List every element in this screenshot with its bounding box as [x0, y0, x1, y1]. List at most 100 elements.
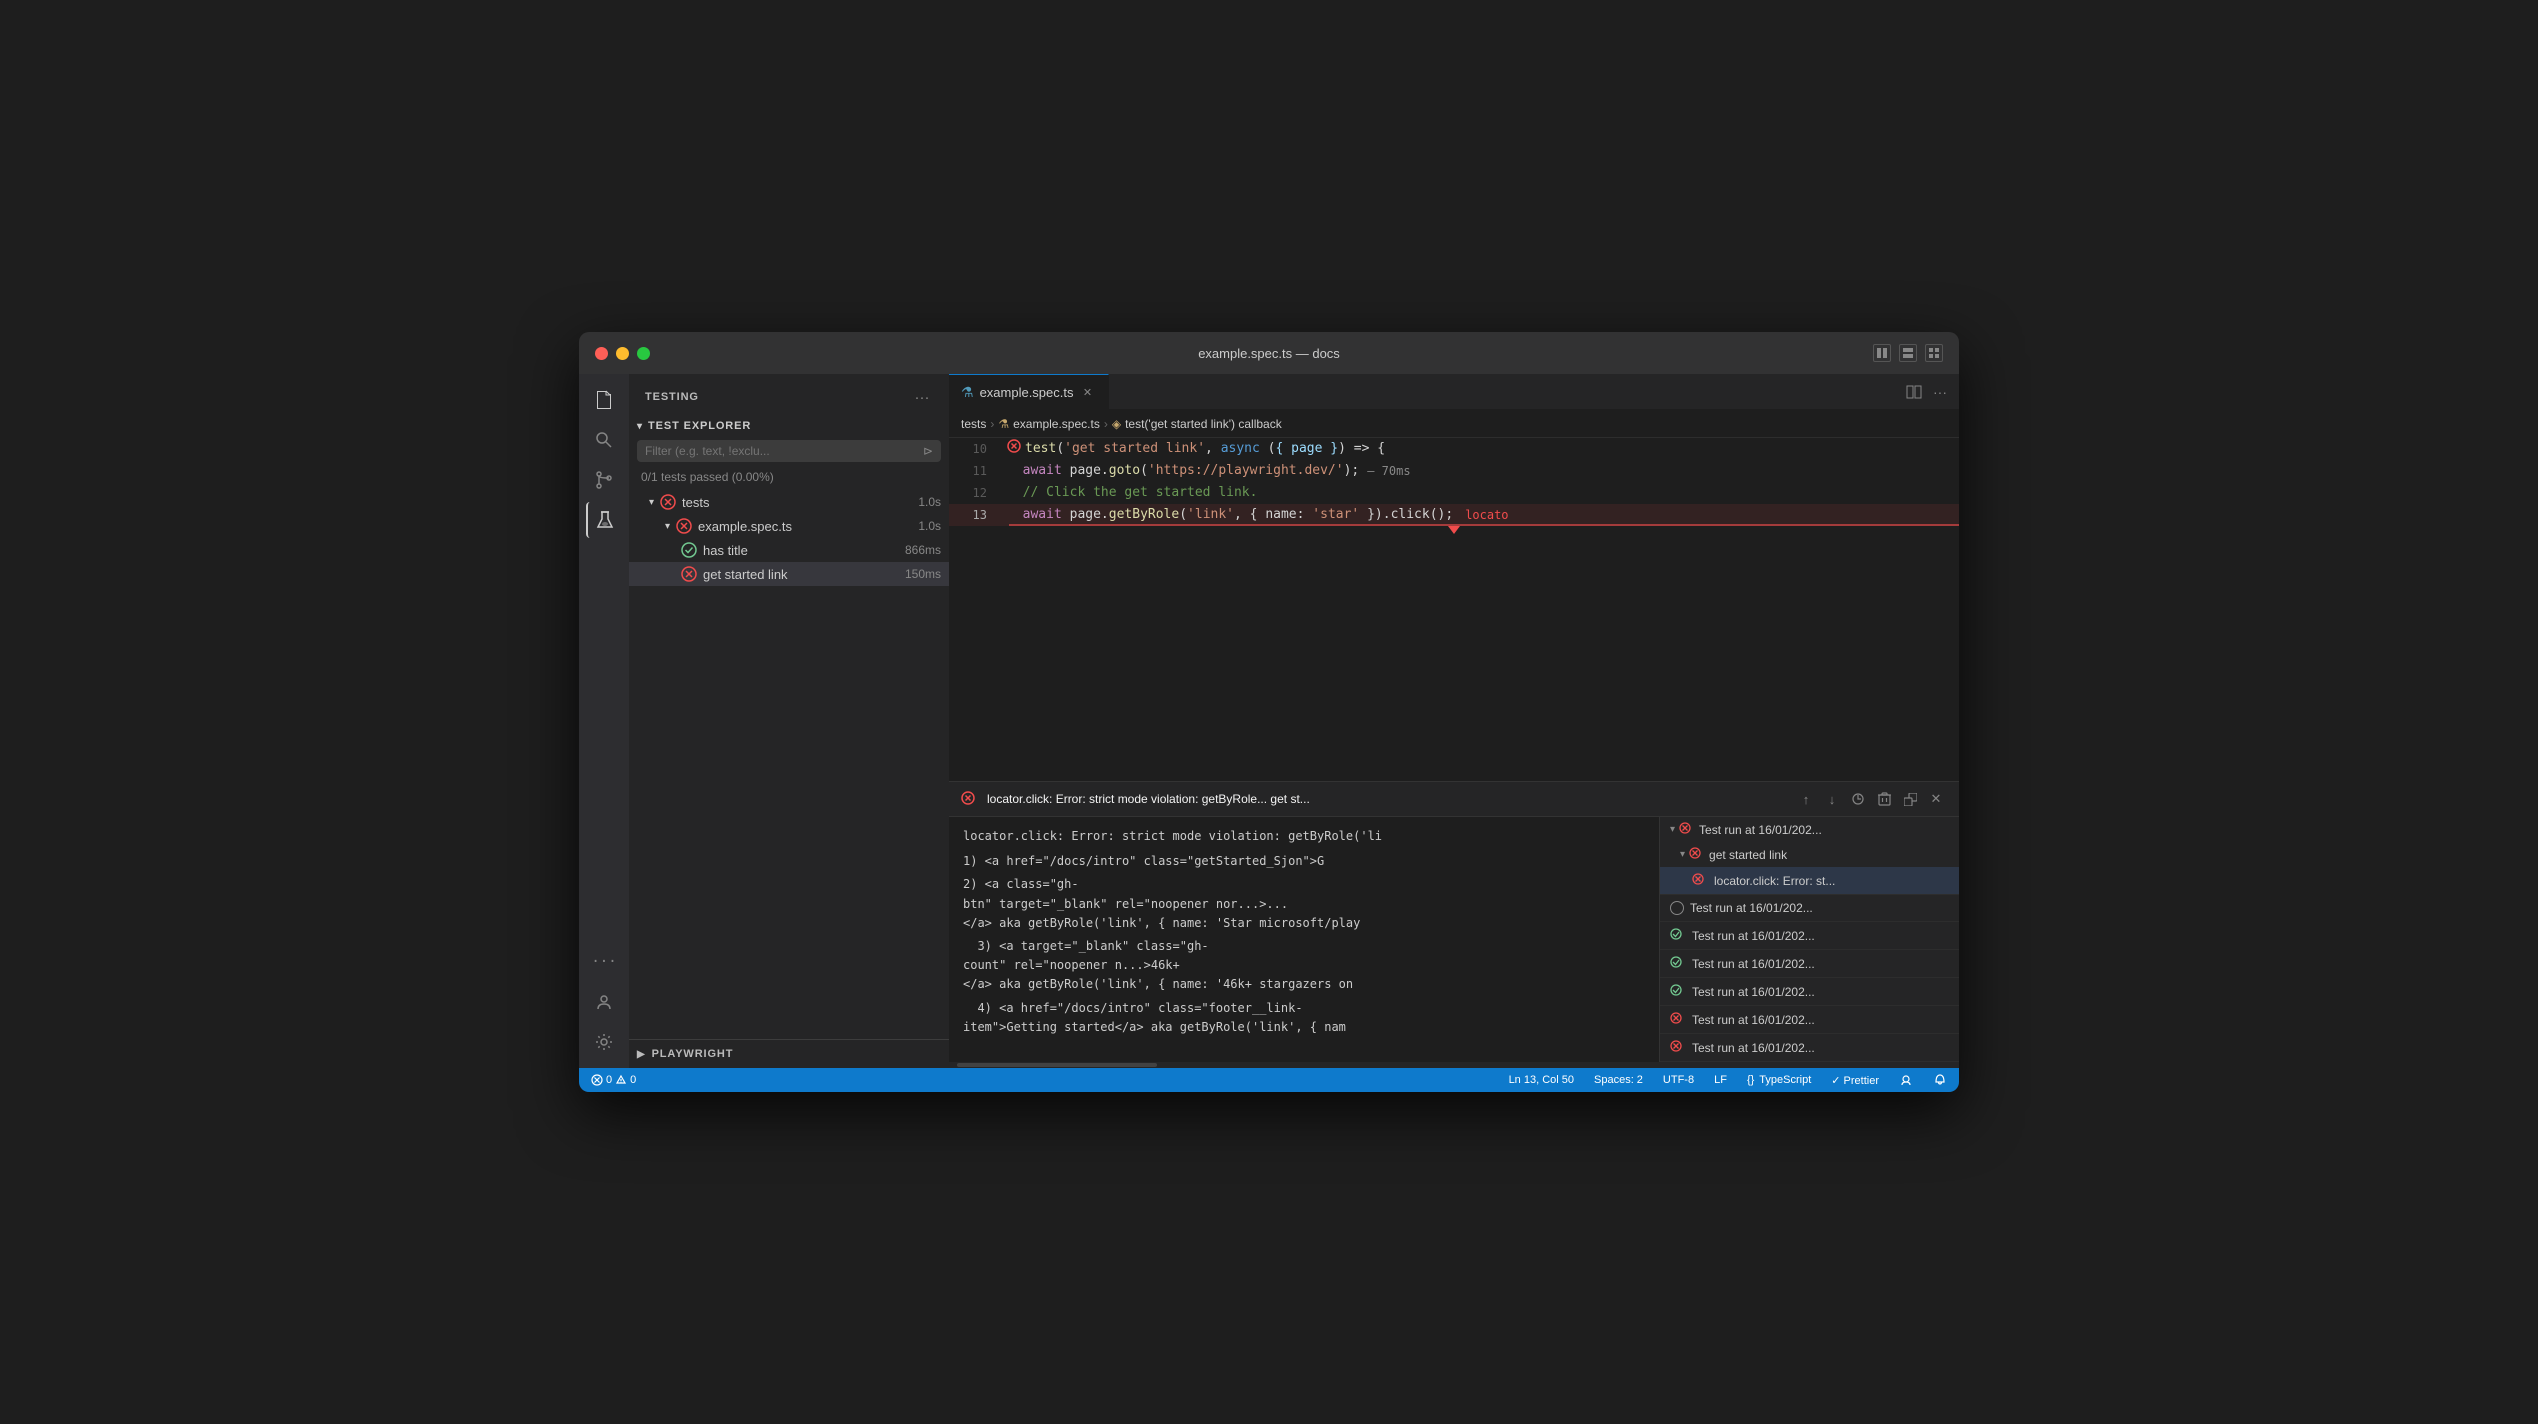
sidebar-more-btn[interactable]: ··· — [911, 386, 933, 408]
inline-error-annotation: locato — [1453, 504, 1508, 526]
test-explorer-header[interactable]: ▾ TEST EXPLORER — [629, 416, 949, 436]
status-language[interactable]: {} TypeScript — [1743, 1068, 1815, 1092]
test-run-6[interactable]: Test run at 16/01/202... — [1660, 1006, 1959, 1034]
spec-label: example.spec.ts — [698, 519, 914, 534]
tab-bar: ⚗ example.spec.ts ✕ ··· — [949, 374, 1959, 410]
status-remote[interactable] — [1895, 1068, 1917, 1092]
nav-history-btn[interactable] — [1847, 788, 1869, 810]
filter-bar: ⊳ — [637, 440, 941, 462]
error-panel-actions: ↑ ↓ ✕ — [1795, 788, 1947, 810]
code-text-10: test('get started link', async ({ page }… — [1025, 438, 1385, 460]
test-run-3[interactable]: Test run at 16/01/202... — [1660, 922, 1959, 950]
has-title-duration: 866ms — [905, 543, 941, 557]
more-dots-icon[interactable]: ··· — [586, 944, 622, 980]
error-content: locator.click: Error: strict mode violat… — [949, 817, 1959, 1062]
horizontal-scrollbar[interactable] — [949, 1062, 1959, 1068]
tests-duration: 1.0s — [918, 495, 941, 509]
test-run-1-label: Test run at 16/01/202... — [1699, 823, 1822, 837]
get-started-duration: 150ms — [905, 567, 941, 581]
test-run-5[interactable]: Test run at 16/01/202... — [1660, 978, 1959, 1006]
account-icon[interactable] — [586, 984, 622, 1020]
error-icon-tests — [660, 494, 676, 510]
filter-input[interactable] — [645, 444, 923, 458]
code-line-10: 10 test('get started link', async ({ pag… — [949, 438, 1959, 460]
pending-icon-2 — [1670, 901, 1684, 915]
tree-item-tests[interactable]: ▾ tests 1.0s — [629, 490, 949, 514]
error-icon-7 — [1670, 1040, 1682, 1055]
split-editor-btn[interactable] — [1903, 381, 1925, 403]
sidebar-header: TESTING ··· — [629, 374, 949, 416]
more-actions-btn[interactable]: ··· — [1929, 381, 1951, 403]
code-text-13: await page.getByRole('link', { name: 'st… — [1007, 504, 1453, 526]
status-position[interactable]: Ln 13, Col 50 — [1505, 1068, 1578, 1092]
status-bar: 0 0 Ln 13, Col 50 Spaces: 2 UTF-8 LF {} … — [579, 1068, 1959, 1092]
window-title: example.spec.ts — docs — [1198, 346, 1340, 361]
get-started-label: get started link — [703, 567, 901, 582]
playwright-header[interactable]: ▶ PLAYWRIGHT — [637, 1044, 941, 1064]
maximize-button[interactable] — [637, 347, 650, 360]
sidebar-title: TESTING — [645, 391, 699, 403]
test-run-7[interactable]: Test run at 16/01/202... — [1660, 1034, 1959, 1062]
close-button[interactable] — [595, 347, 608, 360]
error-gutter-10 — [1007, 438, 1021, 460]
nav-delete-btn[interactable] — [1873, 788, 1895, 810]
test-run-header-1[interactable]: ▾ Test run at 16/01/202... — [1660, 817, 1959, 842]
titlebar-controls — [1873, 344, 1943, 362]
tab-spec[interactable]: ⚗ example.spec.ts ✕ — [949, 374, 1109, 409]
error-panel-icon — [961, 791, 975, 808]
activity-bar: ··· — [579, 374, 629, 1068]
source-control-icon[interactable] — [586, 462, 622, 498]
tests-label: tests — [682, 495, 914, 510]
error-panel-header: locator.click: Error: strict mode violat… — [949, 782, 1959, 817]
layout-btn-1[interactable] — [1873, 344, 1891, 362]
error-pointer-area — [949, 526, 1959, 536]
test-run-4[interactable]: Test run at 16/01/202... — [1660, 950, 1959, 978]
error-icon-get-started — [681, 566, 697, 582]
layout-btn-3[interactable] — [1925, 344, 1943, 362]
line-11-annotation: — 70ms — [1359, 460, 1410, 482]
tree-item-has-title[interactable]: has title 866ms — [629, 538, 949, 562]
status-line-ending[interactable]: LF — [1710, 1068, 1731, 1092]
nav-down-btn[interactable]: ↓ — [1821, 788, 1843, 810]
titlebar: example.spec.ts — docs — [579, 332, 1959, 374]
test-get-started-header[interactable]: ▾ get started link — [1660, 842, 1959, 867]
status-bell[interactable] — [1929, 1068, 1951, 1092]
error-panel-title: locator.click: Error: strict mode violat… — [987, 792, 1787, 806]
tab-bar-actions: ··· — [1895, 374, 1959, 409]
nav-close-btn[interactable]: ✕ — [1925, 788, 1947, 810]
sidebar: TESTING ··· ▾ TEST EXPLORER ⊳ 0/1 tests … — [629, 374, 949, 1068]
status-errors[interactable]: 0 0 — [587, 1068, 640, 1092]
minimize-button[interactable] — [616, 347, 629, 360]
breadcrumb-test-block[interactable]: test('get started link') callback — [1125, 417, 1282, 431]
error-triangle — [1448, 526, 1460, 534]
success-icon-4 — [1670, 956, 1682, 971]
test-run-2-label: Test run at 16/01/202... — [1690, 901, 1813, 915]
breadcrumb-tests[interactable]: tests — [961, 417, 986, 431]
error-detail-item[interactable]: locator.click: Error: st... — [1660, 867, 1959, 895]
breadcrumb-spec-file[interactable]: example.spec.ts — [1013, 417, 1100, 431]
status-formatter[interactable]: ✓ Prettier — [1827, 1068, 1883, 1092]
error-count: 0 — [606, 1074, 612, 1086]
error-main-text[interactable]: locator.click: Error: strict mode violat… — [949, 817, 1659, 1062]
layout-btn-2[interactable] — [1899, 344, 1917, 362]
filter-icon: ⊳ — [923, 444, 933, 458]
settings-icon[interactable] — [586, 1024, 622, 1060]
test-explorer-section: ▾ TEST EXPLORER ⊳ 0/1 tests passed (0.00… — [629, 416, 949, 586]
code-line-13: 13 await page.getByRole('link', { name: … — [949, 504, 1959, 526]
nav-up-btn[interactable]: ↑ — [1795, 788, 1817, 810]
status-encoding[interactable]: UTF-8 — [1659, 1068, 1698, 1092]
status-spaces[interactable]: Spaces: 2 — [1590, 1068, 1647, 1092]
code-editor: 10 test('get started link', async ({ pag… — [949, 438, 1959, 1068]
search-icon[interactable] — [586, 422, 622, 458]
vscode-window: example.spec.ts — docs — [579, 332, 1959, 1092]
scrollbar-thumb[interactable] — [957, 1063, 1157, 1067]
nav-open-btn[interactable] — [1899, 788, 1921, 810]
code-content[interactable]: 10 test('get started link', async ({ pag… — [949, 438, 1959, 781]
tab-close-btn[interactable]: ✕ — [1080, 384, 1096, 400]
tab-label: example.spec.ts — [980, 385, 1074, 400]
tree-item-get-started[interactable]: get started link 150ms — [629, 562, 949, 586]
files-icon[interactable] — [586, 382, 622, 418]
test-run-2[interactable]: Test run at 16/01/202... — [1660, 895, 1959, 922]
test-flask-icon[interactable] — [586, 502, 622, 538]
tree-item-spec[interactable]: ▾ example.spec.ts 1.0s — [629, 514, 949, 538]
